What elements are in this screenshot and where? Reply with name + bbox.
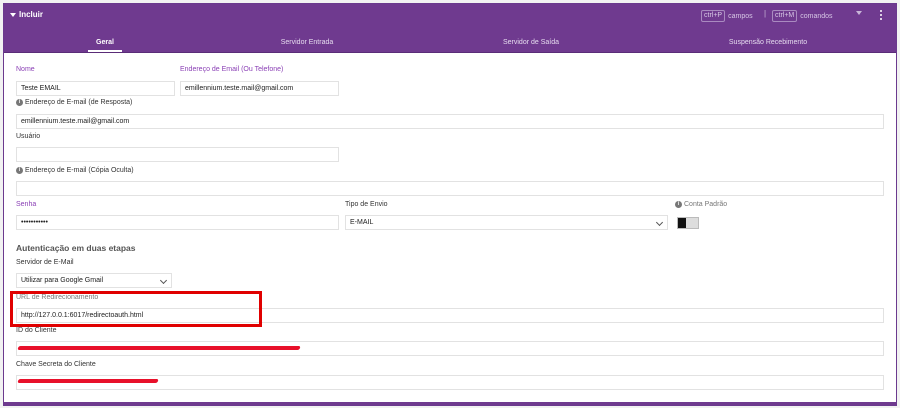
tipo-envio-select[interactable]: E-MAIL: [345, 215, 668, 230]
dialog-title: Incluir: [19, 10, 44, 19]
email-input[interactable]: emillennium.teste.mail@gmail.com: [180, 81, 339, 96]
conta-padrao-label-text: Conta Padrão: [684, 201, 728, 208]
shortcut-fields-key: ctrl+P: [701, 10, 726, 22]
reply-email-label: i Endereço de E-mail (de Resposta): [16, 99, 132, 106]
info-icon: i: [675, 201, 682, 208]
toggle-knob: [678, 218, 686, 228]
senha-label: Senha: [16, 201, 37, 208]
senha-input[interactable]: •••••••••••: [16, 215, 339, 230]
client-secret-redaction: [17, 379, 159, 383]
tipo-envio-label: Tipo de Envio: [345, 201, 388, 208]
shortcut-commands[interactable]: ctrl+M comandos: [772, 10, 833, 22]
client-id-redaction: [17, 346, 301, 350]
bcc-email-input[interactable]: [16, 181, 884, 196]
tab-geral[interactable]: Geral: [96, 39, 114, 46]
tab-servidor-entrada[interactable]: Servidor Entrada: [281, 39, 334, 46]
info-icon: i: [16, 99, 23, 106]
info-icon: i: [16, 167, 23, 174]
two-step-title: Autenticação em duas etapas: [16, 243, 136, 253]
shortcut-separator: |: [764, 9, 767, 18]
shortcut-fields-label: campos: [728, 12, 753, 20]
tab-servidor-saida[interactable]: Servidor de Saída: [503, 39, 559, 46]
active-tab-indicator: [88, 50, 122, 52]
usuario-input[interactable]: [16, 147, 339, 162]
usuario-label: Usuário: [16, 133, 41, 140]
email-label: Endereço de Email (Ou Telefone): [180, 66, 284, 73]
highlight-box: [10, 291, 262, 327]
more-vert-icon[interactable]: [880, 10, 883, 20]
shortcut-commands-label: comandos: [800, 12, 833, 20]
dialog-header: Incluir ctrl+P campos | ctrl+M comandos: [4, 4, 896, 26]
chevron-down-icon[interactable]: [856, 11, 862, 15]
shortcut-commands-key: ctrl+M: [772, 10, 798, 22]
nome-label: Nome: [16, 66, 35, 73]
shortcut-fields[interactable]: ctrl+P campos: [701, 10, 753, 22]
reply-email-input[interactable]: emillennium.teste.mail@gmail.com: [16, 114, 884, 129]
nome-input[interactable]: Teste EMAIL: [16, 81, 175, 96]
reply-email-label-text: Endereço de E-mail (de Resposta): [25, 99, 133, 106]
conta-padrao-label: i Conta Padrão: [675, 201, 727, 208]
dialog-frame: Incluir ctrl+P campos | ctrl+M comandos …: [3, 3, 897, 406]
tab-bar: Geral Servidor Entrada Servidor de Saída…: [4, 26, 896, 53]
collapse-toggle[interactable]: Incluir: [10, 10, 43, 19]
tab-suspensao-recebimento[interactable]: Suspensão Recebimento: [729, 39, 807, 46]
bcc-email-label: i Endereço de E-mail (Cópia Oculta): [16, 167, 134, 174]
client-id-label: ID do Cliente: [16, 327, 57, 334]
client-secret-label: Chave Secreta do Cliente: [16, 361, 96, 368]
servidor-email-label: Servidor de E-Mail: [16, 259, 74, 266]
caret-down-icon: [10, 12, 16, 17]
bcc-email-label-text: Endereço de E-mail (Cópia Oculta): [25, 167, 134, 174]
conta-padrao-toggle[interactable]: [677, 217, 699, 229]
dialog-bottom-edge: [4, 402, 896, 405]
servidor-email-select[interactable]: Utilizar para Google Gmail: [16, 273, 172, 288]
